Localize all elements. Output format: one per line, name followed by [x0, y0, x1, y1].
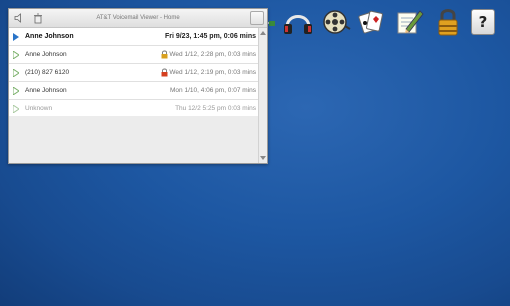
help-label: ?: [471, 9, 495, 35]
message-date: Thu 12/2 5:25 pm 0:03 mins: [175, 105, 256, 112]
window-title: AT&T Voicemail Viewer - Home: [96, 15, 180, 21]
help-icon[interactable]: ?: [468, 2, 498, 42]
message-date: Fri 9/23, 1:45 pm, 0:06 mins: [164, 33, 256, 40]
play-icon[interactable]: [9, 68, 23, 77]
notepad-pencil-icon[interactable]: [390, 2, 428, 42]
voicemail-row[interactable]: (210) 827 6120 Wed 1/12, 2:19 pm, 0:03 m…: [9, 64, 259, 82]
message-date: Mon 1/10, 4:06 pm, 0:07 mins: [170, 87, 256, 94]
top-dock: ?: [258, 0, 510, 44]
caller-name: Anne Johnson: [25, 87, 67, 94]
voicemail-row[interactable]: Anne Johnson Fri 9/23, 1:45 pm, 0:06 min…: [9, 28, 259, 46]
caller-name: Unknown: [25, 105, 53, 112]
headphones-icon[interactable]: [278, 2, 318, 42]
caller-name: Anne Johnson: [25, 33, 74, 40]
play-icon[interactable]: [9, 50, 23, 59]
scroll-up-icon[interactable]: [260, 31, 266, 35]
play-icon[interactable]: [9, 32, 23, 41]
voicemail-row[interactable]: Anne Johnson Mon 1/10, 4:06 pm, 0:07 min…: [9, 82, 259, 100]
window-control-button[interactable]: [250, 11, 264, 25]
empty-list-area: [9, 116, 259, 163]
film-reel-icon[interactable]: [318, 2, 354, 42]
caller-name: Anne Johnson: [25, 51, 67, 58]
voicemail-row[interactable]: Anne Johnson Wed 1/12, 2:28 pm, 0:03 min…: [9, 46, 259, 64]
delete-button[interactable]: [30, 11, 45, 25]
saved-lock-icon: [161, 68, 168, 77]
speaker-button[interactable]: [12, 11, 27, 25]
scrollbar[interactable]: [258, 28, 267, 163]
saved-lock-icon: [161, 50, 168, 59]
padlock-icon[interactable]: [428, 2, 468, 42]
play-icon[interactable]: [9, 86, 23, 95]
caller-name: (210) 827 6120: [25, 69, 70, 76]
play-icon[interactable]: [9, 104, 23, 113]
playing-cards-icon[interactable]: [354, 2, 390, 42]
trash-icon: [33, 13, 42, 23]
voicemail-window: AT&T Voicemail Viewer - Home Anne Johnso…: [8, 8, 268, 164]
message-date: Wed 1/12, 2:19 pm, 0:03 mins: [161, 68, 256, 77]
speaker-icon: [14, 13, 21, 23]
title-bar: AT&T Voicemail Viewer - Home: [9, 9, 267, 28]
message-date: Wed 1/12, 2:28 pm, 0:03 mins: [161, 50, 256, 59]
scroll-down-icon[interactable]: [260, 156, 266, 160]
